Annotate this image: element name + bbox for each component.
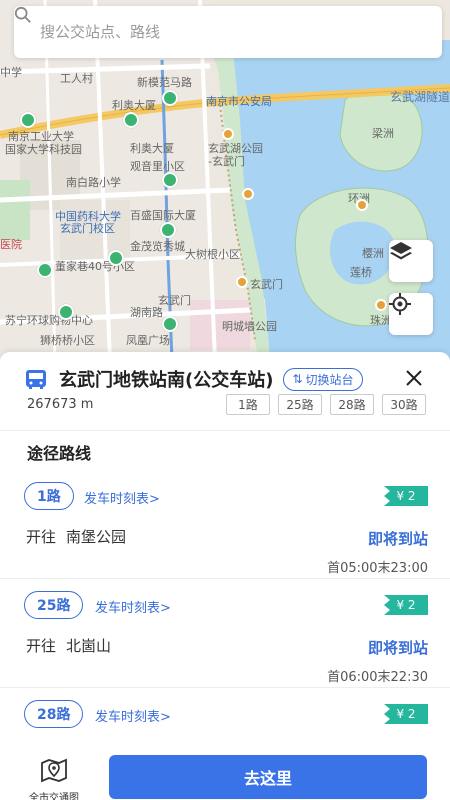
search-icon [14,6,31,23]
fare-ticket: ¥ 2 [384,595,428,615]
bus-stop-marker[interactable] [162,316,178,332]
layers-icon [390,242,412,260]
map-label: 国家大学科技园 [5,143,82,156]
bus-stop-marker[interactable] [162,172,178,188]
towards-label: 开往 [26,637,57,655]
towards-label: 开往 [26,528,57,546]
map-label: 玄武门校区 [60,222,115,235]
bus-stop-marker[interactable] [160,222,176,238]
bus-stop-marker[interactable] [58,304,74,320]
close-icon[interactable] [402,366,426,390]
map-label: 玄武门 [250,278,283,291]
poi-marker[interactable] [222,128,234,140]
locate-icon [389,293,411,315]
fare-ticket: ¥ 2 [384,486,428,506]
station-panel: 玄武门地铁站南(公交车站) ⇅ 切换站台 267673 m 1路 25路 28路… [0,352,450,800]
divider [0,578,450,579]
station-distance: 267673 m [27,397,94,412]
map-label: 南京市公安局 [206,95,272,108]
route-item[interactable]: 1路 发车时刻表> ¥ 2 开往 南堡公园 即将到站 首05:00末23:00 [0,482,450,590]
city-transit-map-button[interactable]: 全市交通图 [22,757,86,800]
route-direction: 开往 南堡公园 [26,526,126,547]
arrival-status: 即将到站 [367,639,428,657]
routes-section-title: 途径路线 [27,444,92,463]
bus-stop-marker[interactable] [20,112,36,128]
map-label: 玄武湖隧道 [390,90,450,104]
station-header: 玄武门地铁站南(公交车站) ⇅ 切换站台 [25,366,363,392]
map-label: 樱洲 [362,247,384,260]
route-line-badge[interactable]: 28路 [24,700,84,728]
route-line-badge[interactable]: 25路 [24,591,84,619]
map-label: 利奥大厦 [130,142,174,155]
go-here-button[interactable]: 去这里 [109,755,427,799]
route-item[interactable]: 25路 发车时刻表> ¥ 2 开往 北崮山 即将到站 首06:00末22:30 [0,591,450,699]
map-view[interactable]: 中学 工人村 新模范马路 利奥大厦 南京市公安局 南京工业大学 国家大学科技园 … [0,0,450,360]
poi-marker[interactable] [375,299,387,311]
map-label: 湖南路 [130,306,163,319]
divider [0,687,450,688]
line-chips: 1路 25路 28路 30路 [226,394,426,415]
divider [0,430,450,431]
map-label: 利奥大厦 [112,99,156,112]
map-label: 新模范马路 [137,76,192,89]
arrival-status: 即将到站 [367,530,428,548]
bus-stop-marker[interactable] [37,262,53,278]
line-chip[interactable]: 25路 [278,394,322,415]
route-item[interactable]: 28路 发车时刻表> ¥ 2 [0,700,450,740]
poi-marker[interactable] [356,199,368,211]
map-label: 百盛国际大厦 [130,209,196,222]
route-line-badge[interactable]: 1路 [24,482,74,510]
map-label: 观音里小区 [130,160,185,173]
bus-stop-marker[interactable] [108,250,124,266]
map-label: 金茂览秀城 [130,240,185,253]
route-direction: 开往 北崮山 [26,635,111,656]
transit-map-icon [41,758,67,783]
bus-icon [26,370,46,389]
switch-platform-label: 切换站台 [305,372,354,387]
schedule-link[interactable]: 发车时刻表> [84,488,160,507]
map-label: 工人村 [60,72,93,85]
line-chip[interactable]: 1路 [226,394,270,415]
schedule-link[interactable]: 发车时刻表> [95,706,171,725]
map-label: -玄武门 [208,155,245,168]
schedule-link[interactable]: 发车时刻表> [95,597,171,616]
bottom-action-bar: 全市交通图 去这里 [0,745,450,800]
fare-ticket: ¥ 2 [384,704,428,724]
search-bar[interactable] [14,6,442,58]
map-label: 狮桥桥小区 [40,334,95,347]
locate-button[interactable] [389,293,433,335]
map-label: 大树根小区 [185,248,240,261]
switch-platform-button[interactable]: ⇅ 切换站台 [283,367,363,391]
service-hours: 首06:00末22:30 [327,670,428,685]
city-map-label: 全市交通图 [29,793,79,800]
route-destination: 北崮山 [66,637,112,655]
layers-button[interactable] [389,240,433,282]
poi-marker[interactable] [236,276,248,288]
poi-marker[interactable] [242,188,254,200]
map-label: 南白路小学 [66,176,121,189]
map-label: 明城墙公园 [222,320,277,333]
route-destination: 南堡公园 [66,528,127,546]
line-chip[interactable]: 30路 [382,394,426,415]
map-label: 凤凰广场 [126,334,170,347]
search-input[interactable] [40,23,380,41]
map-label: 中学 [0,66,22,79]
map-label: 梁洲 [372,127,394,140]
bus-stop-marker[interactable] [162,90,178,106]
swap-icon: ⇅ [292,372,303,386]
map-label: 医院 [0,238,22,251]
service-hours: 首05:00末23:00 [327,561,428,576]
station-name: 玄武门地铁站南(公交车站) [59,370,274,391]
bus-stop-marker[interactable] [123,112,139,128]
map-label: 苏宁环球购物中心 [5,314,93,327]
map-label: 莲桥 [350,266,372,279]
line-chip[interactable]: 28路 [330,394,374,415]
